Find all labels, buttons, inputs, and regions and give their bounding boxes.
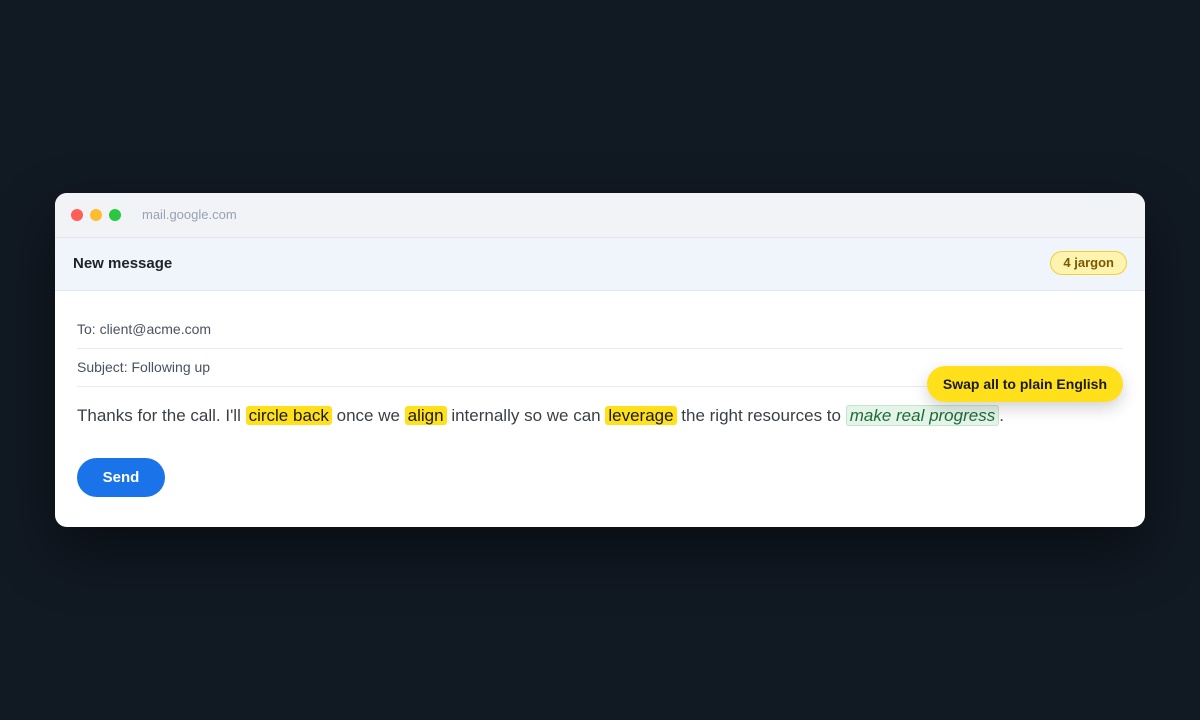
- compose-header: New message 4 jargon: [55, 238, 1145, 291]
- body-text-segment: .: [999, 406, 1004, 425]
- jargon-count-badge[interactable]: 4 jargon: [1050, 251, 1127, 275]
- jargon-highlight-align[interactable]: align: [404, 406, 447, 425]
- message-body[interactable]: Thanks for the call. I'll circle back on…: [77, 402, 1004, 430]
- to-field[interactable]: To: client@acme.com: [77, 311, 1123, 349]
- body-text-segment: the right resources to: [676, 406, 846, 425]
- maximize-window-button[interactable]: [109, 209, 121, 221]
- browser-window: mail.google.com New message 4 jargon To:…: [55, 193, 1145, 527]
- url-label: mail.google.com: [142, 207, 237, 222]
- replaced-phrase-make-real-progress[interactable]: make real progress: [845, 405, 1000, 426]
- jargon-highlight-leverage[interactable]: leverage: [605, 406, 677, 425]
- jargon-highlight-circle-back[interactable]: circle back: [245, 406, 332, 425]
- title-bar: mail.google.com: [55, 193, 1145, 238]
- compose-title: New message: [73, 255, 173, 272]
- send-button[interactable]: Send: [77, 458, 165, 497]
- swap-all-plain-english-button[interactable]: Swap all to plain English: [926, 366, 1123, 402]
- body-text-segment: once we: [331, 406, 405, 425]
- minimize-window-button[interactable]: [90, 209, 102, 221]
- body-text-segment: Thanks for the call. I'll: [77, 406, 246, 425]
- body-text-segment: internally so we can: [446, 406, 606, 425]
- close-window-button[interactable]: [71, 209, 83, 221]
